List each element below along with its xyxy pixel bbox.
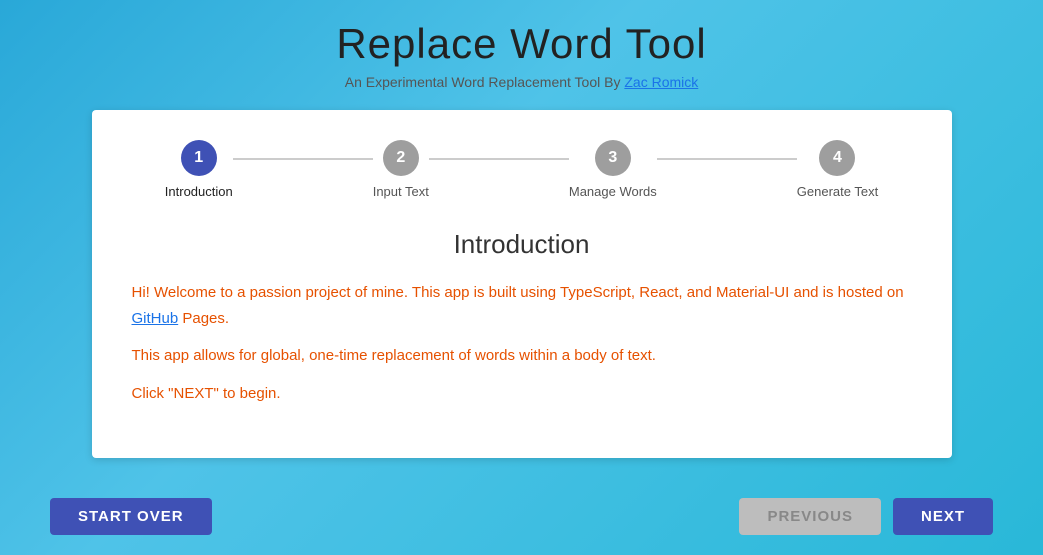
- page-title: Replace Word Tool: [336, 20, 706, 68]
- intro-p3-text: Click "NEXT" to begin.: [132, 385, 281, 402]
- stepper: 1 Introduction 2 Input Text 3 Manage Wor…: [132, 140, 912, 199]
- step-4-number: 4: [833, 149, 842, 167]
- step-3-circle: 3: [595, 140, 631, 176]
- step-4-circle: 4: [819, 140, 855, 176]
- intro-paragraph-3: Click "NEXT" to begin.: [132, 381, 912, 407]
- subtitle: An Experimental Word Replacement Tool By…: [336, 74, 706, 90]
- nav-button-group: PREVIOUS NEXT: [739, 498, 993, 535]
- start-over-button[interactable]: START OVER: [50, 498, 212, 535]
- connector-1-2: [233, 158, 373, 160]
- connector-3-4: [657, 158, 797, 160]
- subtitle-text: An Experimental Word Replacement Tool By: [345, 74, 625, 90]
- connector-2-3: [429, 158, 569, 160]
- step-1-number: 1: [194, 149, 203, 167]
- page-wrapper: Replace Word Tool An Experimental Word R…: [0, 0, 1043, 555]
- content-title: Introduction: [132, 229, 912, 260]
- step-3: 3 Manage Words: [569, 140, 657, 199]
- step-4-label: Generate Text: [797, 184, 878, 199]
- github-link[interactable]: GitHub: [132, 310, 179, 327]
- step-1-label: Introduction: [165, 184, 233, 199]
- content-area: Introduction Hi! Welcome to a passion pr…: [132, 229, 912, 406]
- step-1: 1 Introduction: [165, 140, 233, 199]
- content-body: Hi! Welcome to a passion project of mine…: [132, 280, 912, 406]
- step-1-circle: 1: [181, 140, 217, 176]
- intro-paragraph-1: Hi! Welcome to a passion project of mine…: [132, 280, 912, 331]
- step-3-label: Manage Words: [569, 184, 657, 199]
- step-2-label: Input Text: [373, 184, 429, 199]
- step-2: 2 Input Text: [373, 140, 429, 199]
- previous-button[interactable]: PREVIOUS: [739, 498, 881, 535]
- step-2-number: 2: [396, 149, 405, 167]
- step-2-circle: 2: [383, 140, 419, 176]
- step-4: 4 Generate Text: [797, 140, 878, 199]
- main-card: 1 Introduction 2 Input Text 3 Manage Wor…: [92, 110, 952, 458]
- author-link[interactable]: Zac Romick: [624, 74, 698, 90]
- step-3-number: 3: [608, 149, 617, 167]
- intro-p1-before: Hi! Welcome to a passion project of mine…: [132, 284, 904, 327]
- footer-bar: START OVER PREVIOUS NEXT: [0, 478, 1043, 555]
- intro-p2-text: This app allows for global, one-time rep…: [132, 347, 656, 364]
- header: Replace Word Tool An Experimental Word R…: [336, 20, 706, 90]
- next-button[interactable]: NEXT: [893, 498, 993, 535]
- intro-paragraph-2: This app allows for global, one-time rep…: [132, 343, 912, 369]
